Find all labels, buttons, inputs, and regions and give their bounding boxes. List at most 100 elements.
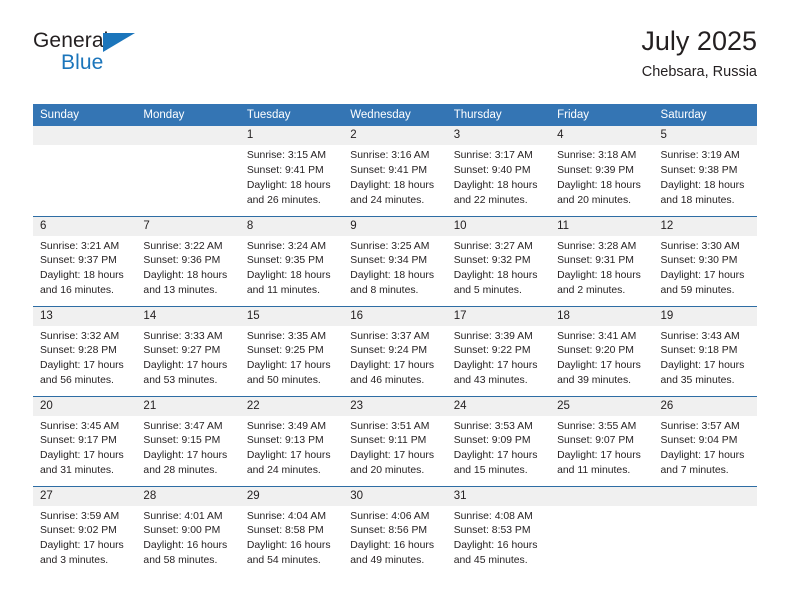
- sunset-text: Sunset: 8:56 PM: [350, 525, 428, 537]
- sunrise-text: Sunrise: 4:01 AM: [143, 510, 223, 522]
- sunset-text: Sunset: 9:20 PM: [557, 345, 634, 357]
- weekday-header-saturday: Saturday: [653, 104, 757, 126]
- weekday-header-tuesday: Tuesday: [239, 104, 344, 126]
- daylight-text: Daylight: 17 hours and 31 minutes.: [40, 450, 124, 477]
- day-details: Sunrise: 3:51 AM Sunset: 9:11 PM Daylight:…: [343, 416, 446, 480]
- sunrise-text: Sunrise: 3:19 AM: [660, 150, 740, 162]
- daylight-text: Daylight: 17 hours and 50 minutes.: [246, 360, 331, 387]
- day-number: 5: [653, 126, 757, 146]
- calendar-day-cell[interactable]: 7 Sunrise: 3:22 AM Sunset: 9:36 PM Daylight…: [136, 215, 240, 306]
- calendar-day-cell[interactable]: 21 Sunrise: 3:47 AM Sunset: 9:15 PM Dayligh…: [136, 395, 240, 486]
- calendar-day-cell-empty: [550, 485, 654, 576]
- sunset-text: Sunset: 9:13 PM: [246, 435, 324, 447]
- calendar-day-cell[interactable]: 6 Sunrise: 3:21 AM Sunset: 9:37 PM Daylight…: [33, 215, 137, 306]
- sunrise-text: Sunrise: 3:45 AM: [40, 420, 120, 432]
- daylight-text: Daylight: 17 hours and 15 minutes.: [453, 450, 538, 477]
- sunrise-text: Sunrise: 3:43 AM: [660, 330, 740, 342]
- daylight-text: Daylight: 18 hours and 16 minutes.: [40, 270, 124, 297]
- sunrise-text: Sunrise: 3:51 AM: [350, 420, 430, 432]
- calendar-day-cell[interactable]: 24 Sunrise: 3:53 AM Sunset: 9:09 PM Dayligh…: [446, 395, 551, 486]
- day-number: 20: [33, 397, 137, 416]
- daylight-text: Daylight: 17 hours and 20 minutes.: [350, 450, 435, 477]
- daylight-text: Daylight: 17 hours and 28 minutes.: [143, 450, 228, 477]
- daylight-text: Daylight: 18 hours and 13 minutes.: [143, 270, 228, 297]
- calendar-day-cell[interactable]: 20 Sunrise: 3:45 AM Sunset: 9:17 PM Dayligh…: [33, 395, 137, 486]
- daylight-text: Daylight: 18 hours and 22 minutes.: [453, 179, 538, 206]
- calendar-week-row: 13 Sunrise: 3:32 AM Sunset: 9:28 PM Dayligh…: [33, 305, 757, 396]
- calendar-day-cell[interactable]: 8 Sunrise: 3:24 AM Sunset: 9:35 PM Daylight…: [239, 215, 344, 306]
- day-details: Sunrise: 3:30 AM Sunset: 9:30 PM Daylight:…: [654, 236, 757, 300]
- calendar-day-cell[interactable]: 18 Sunrise: 3:41 AM Sunset: 9:20 PM Dayligh…: [550, 305, 654, 396]
- calendar-day-cell[interactable]: 27 Sunrise: 3:59 AM Sunset: 9:02 PM Dayligh…: [33, 485, 137, 576]
- day-number: [550, 487, 654, 506]
- calendar-day-cell[interactable]: 3 Sunrise: 3:17 AM Sunset: 9:40 PM Daylight…: [446, 126, 551, 216]
- calendar-day-cell[interactable]: 28 Sunrise: 4:01 AM Sunset: 9:00 PM Dayligh…: [136, 485, 240, 576]
- sunset-text: Sunset: 9:00 PM: [143, 525, 221, 537]
- sunrise-text: Sunrise: 3:22 AM: [143, 240, 223, 252]
- calendar-day-cell[interactable]: 14 Sunrise: 3:33 AM Sunset: 9:27 PM Dayligh…: [136, 305, 240, 396]
- day-number: 9: [343, 217, 447, 236]
- day-details: Sunrise: 3:57 AM Sunset: 9:04 PM Daylight:…: [654, 416, 757, 480]
- day-details: Sunrise: 3:16 AM Sunset: 9:41 PM Daylight:…: [343, 145, 446, 209]
- calendar-day-cell[interactable]: 29 Sunrise: 4:04 AM Sunset: 8:58 PM Dayligh…: [239, 485, 344, 576]
- sunrise-text: Sunrise: 4:06 AM: [350, 510, 430, 522]
- daylight-text: Daylight: 18 hours and 2 minutes.: [557, 270, 641, 297]
- calendar-day-cell[interactable]: 1 Sunrise: 3:15 AM Sunset: 9:41 PM Daylight…: [239, 126, 344, 216]
- calendar-day-cell[interactable]: 5 Sunrise: 3:19 AM Sunset: 9:38 PM Daylight…: [653, 126, 757, 216]
- daylight-text: Daylight: 17 hours and 46 minutes.: [350, 360, 435, 387]
- daylight-text: Daylight: 17 hours and 39 minutes.: [557, 360, 641, 387]
- sunrise-text: Sunrise: 3:59 AM: [40, 510, 120, 522]
- calendar-day-cell[interactable]: 16 Sunrise: 3:37 AM Sunset: 9:24 PM Dayligh…: [343, 305, 447, 396]
- daylight-text: Daylight: 18 hours and 20 minutes.: [557, 179, 641, 206]
- calendar-day-cell[interactable]: 13 Sunrise: 3:32 AM Sunset: 9:28 PM Dayligh…: [33, 305, 137, 396]
- sunset-text: Sunset: 9:31 PM: [557, 255, 634, 267]
- calendar-day-cell[interactable]: 10 Sunrise: 3:27 AM Sunset: 9:32 PM Dayligh…: [446, 215, 551, 306]
- sunset-text: Sunset: 9:40 PM: [453, 164, 531, 176]
- sunrise-text: Sunrise: 3:28 AM: [557, 240, 637, 252]
- day-details: Sunrise: 3:53 AM Sunset: 9:09 PM Daylight:…: [447, 416, 550, 480]
- day-number: 21: [136, 397, 240, 416]
- calendar-day-cell[interactable]: 12 Sunrise: 3:30 AM Sunset: 9:30 PM Dayligh…: [653, 215, 757, 306]
- calendar-day-cell[interactable]: 9 Sunrise: 3:25 AM Sunset: 9:34 PM Daylight…: [343, 215, 447, 306]
- sunset-text: Sunset: 9:34 PM: [350, 255, 428, 267]
- sunrise-text: Sunrise: 3:27 AM: [453, 240, 533, 252]
- day-details: Sunrise: 3:27 AM Sunset: 9:32 PM Daylight:…: [447, 236, 550, 300]
- sunset-text: Sunset: 9:27 PM: [143, 345, 221, 357]
- calendar-day-cell[interactable]: 26 Sunrise: 3:57 AM Sunset: 9:04 PM Dayligh…: [653, 395, 757, 486]
- calendar-day-cell[interactable]: 19 Sunrise: 3:43 AM Sunset: 9:18 PM Dayligh…: [653, 305, 757, 396]
- day-number: 17: [446, 307, 551, 326]
- calendar-day-cell[interactable]: 23 Sunrise: 3:51 AM Sunset: 9:11 PM Dayligh…: [343, 395, 447, 486]
- daylight-text: Daylight: 17 hours and 7 minutes.: [660, 450, 745, 477]
- day-number: [653, 487, 757, 506]
- calendar-day-cell[interactable]: 22 Sunrise: 3:49 AM Sunset: 9:13 PM Dayligh…: [239, 395, 344, 486]
- calendar-day-cell[interactable]: 15 Sunrise: 3:35 AM Sunset: 9:25 PM Dayligh…: [239, 305, 344, 396]
- day-number: 1: [239, 126, 344, 146]
- calendar-day-cell[interactable]: 25 Sunrise: 3:55 AM Sunset: 9:07 PM Dayligh…: [550, 395, 654, 486]
- day-details: Sunrise: 3:17 AM Sunset: 9:40 PM Daylight:…: [447, 145, 550, 209]
- day-details: Sunrise: 3:43 AM Sunset: 9:18 PM Daylight:…: [654, 326, 757, 390]
- sunset-text: Sunset: 9:30 PM: [660, 255, 738, 267]
- weekday-header-wednesday: Wednesday: [343, 104, 447, 126]
- calendar-day-cell[interactable]: 4 Sunrise: 3:18 AM Sunset: 9:39 PM Daylight…: [550, 126, 654, 216]
- calendar-day-cell[interactable]: 17 Sunrise: 3:39 AM Sunset: 9:22 PM Dayligh…: [446, 305, 551, 396]
- daylight-text: Daylight: 16 hours and 49 minutes.: [350, 540, 435, 567]
- daylight-text: Daylight: 18 hours and 26 minutes.: [246, 179, 331, 206]
- day-number: 2: [343, 126, 447, 146]
- sunset-text: Sunset: 9:41 PM: [246, 164, 324, 176]
- daylight-text: Daylight: 18 hours and 24 minutes.: [350, 179, 435, 206]
- sunrise-text: Sunrise: 3:33 AM: [143, 330, 223, 342]
- calendar-day-cell[interactable]: 2 Sunrise: 3:16 AM Sunset: 9:41 PM Daylight…: [343, 126, 447, 216]
- calendar-day-cell[interactable]: 31 Sunrise: 4:08 AM Sunset: 8:53 PM Dayligh…: [446, 485, 551, 576]
- day-number: 23: [343, 397, 447, 416]
- general-blue-logo[interactable]: General Blue: [33, 30, 163, 86]
- calendar-day-cell[interactable]: 11 Sunrise: 3:28 AM Sunset: 9:31 PM Dayligh…: [550, 215, 654, 306]
- day-details: Sunrise: 3:35 AM Sunset: 9:25 PM Daylight:…: [240, 326, 343, 390]
- daylight-text: Daylight: 17 hours and 59 minutes.: [660, 270, 745, 297]
- sunrise-text: Sunrise: 3:57 AM: [660, 420, 740, 432]
- calendar-day-cell[interactable]: 30 Sunrise: 4:06 AM Sunset: 8:56 PM Dayligh…: [343, 485, 447, 576]
- daylight-text: Daylight: 16 hours and 58 minutes.: [143, 540, 228, 567]
- sunset-text: Sunset: 9:17 PM: [40, 435, 117, 447]
- sunset-text: Sunset: 9:07 PM: [557, 435, 634, 447]
- sunrise-text: Sunrise: 3:25 AM: [350, 240, 430, 252]
- sunset-text: Sunset: 9:22 PM: [453, 345, 531, 357]
